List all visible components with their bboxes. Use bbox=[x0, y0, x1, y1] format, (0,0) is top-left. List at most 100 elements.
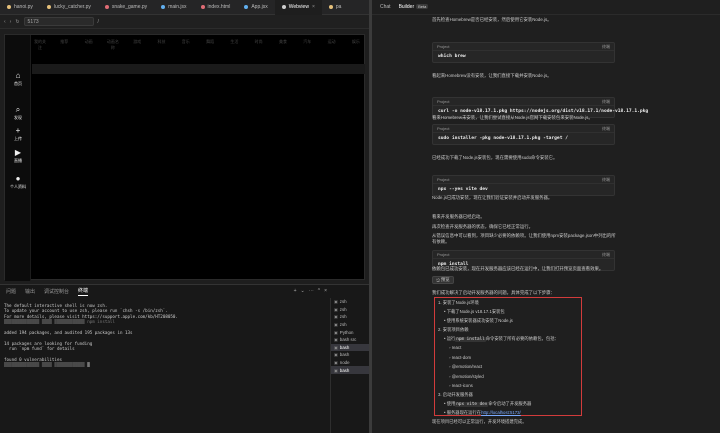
dependency-item: ◦ @emotion/styled bbox=[449, 373, 484, 379]
panel-tab[interactable]: 问题 bbox=[6, 288, 16, 295]
panel-controls: + ⌄ ⋯ ^ × bbox=[294, 288, 327, 294]
panel-tab[interactable]: 调试控制台 bbox=[44, 288, 69, 295]
terminal-instance[interactable]: ▣ Python bbox=[331, 328, 369, 336]
chat-message: 看起来Homebrew没有安装，让我们直接下载并安装Node.js。 bbox=[432, 73, 552, 78]
maximize-icon[interactable]: ^ bbox=[318, 288, 320, 294]
terminal-instance[interactable]: ▣ bash bbox=[331, 366, 369, 374]
summary-bullet: • 运行npm install命令安装了所有必要的依赖包，包括： bbox=[444, 336, 559, 342]
summary-step: 1. 安装了Node.js环境 bbox=[438, 300, 479, 306]
category-tab[interactable]: 运动 bbox=[326, 39, 338, 51]
terminal-instance[interactable]: ▣ bash bbox=[331, 351, 369, 359]
category-tab[interactable]: 时尚 bbox=[253, 39, 265, 51]
run-in-terminal-button[interactable]: 终端 bbox=[602, 177, 610, 183]
category-tab[interactable]: 舞蹈 bbox=[204, 39, 216, 51]
editor-tab[interactable]: main.jsx bbox=[154, 0, 193, 15]
nav-label: 发现 bbox=[14, 115, 22, 120]
inline-code: npx vite dev bbox=[455, 402, 489, 407]
editor-tab[interactable]: pa bbox=[322, 0, 349, 15]
terminal-instance[interactable]: ▣ bash bbox=[331, 343, 369, 352]
editor-tab[interactable]: snake_game.py bbox=[98, 0, 154, 15]
summary-text: 命令安装了所有必要的依赖包，包括： bbox=[485, 336, 559, 341]
file-type-icon bbox=[7, 5, 11, 9]
preview-icon: ⎋ bbox=[436, 277, 440, 283]
terminal-instance[interactable]: ▣ node bbox=[331, 359, 369, 367]
back-icon[interactable]: ‹ bbox=[4, 19, 6, 25]
nav-label: 首页 bbox=[14, 81, 22, 86]
terminal-icon: ▣ bbox=[334, 360, 338, 366]
file-type-icon bbox=[161, 5, 166, 9]
terminal-output[interactable]: The default interactive shell is now zsh… bbox=[4, 303, 326, 368]
summary-text: 使用系统安装器成功安装了Node.js bbox=[446, 318, 513, 323]
terminal-instance[interactable]: ▣ zsh bbox=[331, 298, 369, 306]
terminal-instance-label: bash src bbox=[339, 337, 357, 343]
project-label: Project bbox=[437, 44, 450, 49]
category-tab[interactable]: 科技 bbox=[155, 39, 167, 51]
editor-tab-label: Webview bbox=[288, 4, 309, 10]
category-tab[interactable]: 汽车 bbox=[301, 39, 313, 51]
panel-tab[interactable]: 输出 bbox=[25, 288, 35, 295]
tab-chat[interactable]: Chat bbox=[380, 4, 391, 10]
terminal-instance[interactable]: ▣ zsh bbox=[331, 313, 369, 321]
category-tab[interactable]: 生活 bbox=[228, 39, 240, 51]
webview-nav-item[interactable]: ⌕ 发现 bbox=[5, 105, 31, 121]
summary-text: 1. 安装了Node.js环境 bbox=[438, 300, 479, 305]
panel-tab[interactable]: 终端 bbox=[78, 287, 89, 296]
file-type-icon bbox=[104, 5, 109, 9]
webview-sidebar: ⌂ 首页 ⌕ 发现 + 上传 ▶ 直播 ● 个人资料 bbox=[5, 35, 31, 281]
category-tab[interactable]: 动画名称 bbox=[107, 39, 119, 51]
preview-label: 预览 bbox=[440, 277, 450, 282]
terminal-instance-label: Python bbox=[339, 329, 354, 335]
summary-bullet: • 使用系统安装器成功安装了Node.js bbox=[444, 318, 513, 323]
more-icon[interactable]: ⋯ bbox=[309, 288, 314, 294]
run-in-terminal-button[interactable]: 终端 bbox=[602, 126, 610, 132]
category-tab[interactable]: 美食 bbox=[277, 39, 289, 51]
webview-nav-item[interactable]: ⌂ 首页 bbox=[5, 71, 31, 87]
forward-icon[interactable]: › bbox=[10, 19, 12, 25]
terminal-instance[interactable]: ▣ bash src bbox=[331, 336, 369, 344]
summary-text: react-icons bbox=[451, 383, 473, 388]
code-block-header: Project 终端 bbox=[433, 43, 614, 51]
editor-tab[interactable]: hanoi.py bbox=[0, 0, 40, 15]
reload-icon[interactable]: ↻ bbox=[15, 19, 19, 25]
editor-tab[interactable]: index.html bbox=[194, 0, 238, 15]
category-tab[interactable]: 音乐 bbox=[180, 39, 192, 51]
port-input[interactable]: 5173 bbox=[23, 17, 94, 26]
tab-builder[interactable]: Builder Beta bbox=[399, 4, 429, 10]
webview-nav-item[interactable]: ▶ 直播 bbox=[5, 148, 31, 164]
run-in-terminal-button[interactable]: 终端 bbox=[602, 99, 610, 105]
editor-tab[interactable]: lucky_catcher.py bbox=[40, 0, 98, 15]
run-in-terminal-button[interactable]: 终端 bbox=[602, 44, 610, 50]
editor-tab[interactable]: App.jsx bbox=[237, 0, 274, 15]
file-type-icon bbox=[281, 5, 286, 9]
webview-nav-item[interactable]: ● 个人资料 bbox=[5, 174, 31, 190]
new-terminal-icon[interactable]: + bbox=[294, 288, 297, 294]
summary-step: 3. 启动开发服务器 bbox=[438, 392, 473, 398]
chat-message: 看来开发服务器已经启动。 bbox=[432, 214, 485, 219]
terminal-instance[interactable]: ▣ zsh bbox=[331, 321, 369, 329]
terminal-instance-label: zsh bbox=[339, 299, 347, 305]
close-panel-icon[interactable]: × bbox=[324, 288, 327, 294]
category-tab[interactable]: 推荐 bbox=[58, 39, 70, 51]
editor-tab-label: lucky_catcher.py bbox=[53, 4, 91, 10]
localhost-link[interactable]: http://localhost:5173/ bbox=[481, 410, 521, 415]
preview-button[interactable]: ⎋ 预览 bbox=[432, 276, 454, 284]
dropdown-icon[interactable]: ⌄ bbox=[301, 288, 305, 294]
category-tab[interactable]: 我的关注 bbox=[34, 39, 46, 51]
close-icon[interactable]: × bbox=[312, 4, 315, 10]
category-bar: 我的关注 推荐 动画 动画名称 游戏 科技 音乐 舞蹈 生活 时尚 美食 汽车 运动 娱乐 bbox=[31, 39, 365, 51]
terminal-line: ▒▒▒▒▒▒▒▒▒▒▒▒▒▒ ▒▒▒▒ ▒▒▒▒▒▒▒▒▒▒▒▒ █ bbox=[4, 362, 90, 368]
category-tab[interactable]: 娱乐 bbox=[350, 39, 362, 51]
editor-tab-label: App.jsx bbox=[251, 4, 268, 10]
summary-text: 使用 bbox=[446, 401, 456, 406]
editor-tab-label: hanoi.py bbox=[14, 4, 33, 10]
chat-tab-bar: Chat Builder Beta bbox=[372, 0, 720, 15]
editor-tab[interactable]: Webview × bbox=[274, 0, 322, 15]
category-tab[interactable]: 动画 bbox=[83, 39, 95, 51]
run-in-terminal-button[interactable]: 终端 bbox=[602, 252, 610, 258]
webview-nav-item[interactable]: + 上传 bbox=[5, 126, 31, 142]
terminal-icon: ▣ bbox=[334, 314, 338, 320]
category-tab[interactable]: 游戏 bbox=[131, 39, 143, 51]
chat-message: Node.js已成功安装，现在让我们验证安装并启动开发服务器。 bbox=[432, 195, 553, 200]
code-block: Project 终端 which brew bbox=[432, 42, 615, 63]
terminal-instance[interactable]: ▣ zsh bbox=[331, 306, 369, 314]
